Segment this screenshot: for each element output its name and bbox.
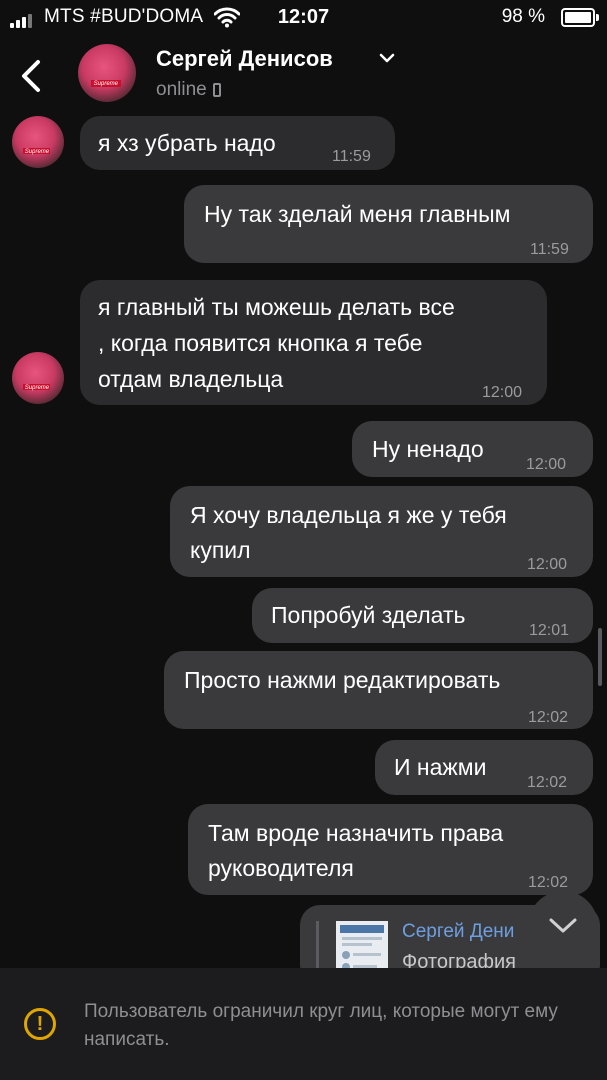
- message-time: 12:02: [527, 774, 568, 791]
- message-text-line: Я хочу владельца я же у тебя: [190, 502, 507, 528]
- message-text-line: Там вроде назначить права: [208, 820, 504, 846]
- message-bubble-incoming[interactable]: я главный ты можешь делать все , когда п…: [80, 280, 547, 405]
- restriction-notice: ! Пользователь ограничил круг лиц, котор…: [0, 968, 607, 1080]
- message-bubble-outgoing[interactable]: И нажми 12:02: [375, 740, 593, 795]
- scroll-down-button[interactable]: [528, 891, 598, 961]
- battery-percent: 98 %: [501, 6, 545, 27]
- message-text-line: отдам владельца: [98, 366, 284, 392]
- message-bubble-outgoing[interactable]: Попробуй зделать 12:01: [252, 588, 593, 643]
- online-status-label: online: [156, 79, 207, 100]
- message-text: Ну ненадо: [372, 436, 484, 462]
- chevron-down-icon: [549, 918, 577, 933]
- message-time: 12:00: [527, 556, 568, 573]
- message-text: Просто нажми редактировать: [184, 667, 501, 693]
- avatar[interactable]: Supreme: [12, 116, 64, 168]
- chevron-left-icon[interactable]: [18, 56, 48, 96]
- chevron-down-icon[interactable]: [378, 52, 396, 64]
- chat-header: Supreme Сергей Денисов online: [0, 34, 607, 112]
- message-text: я хз убрать надо: [98, 130, 276, 156]
- message-time: 12:00: [526, 456, 567, 473]
- online-status: online: [156, 79, 221, 101]
- message-bubble-outgoing[interactable]: Я хочу владельца я же у тебя купил 12:00: [170, 486, 593, 577]
- message-bubble-outgoing[interactable]: Ну так зделай меня главным 11:59: [184, 185, 593, 263]
- avatar[interactable]: Supreme: [12, 352, 64, 404]
- scrollbar[interactable]: [598, 628, 602, 686]
- message-text: Попробуй зделать: [271, 602, 466, 628]
- message-text: И нажми: [394, 754, 487, 780]
- forward-author: Сергей Дени: [402, 921, 515, 942]
- avatar[interactable]: Supreme: [78, 44, 136, 102]
- message-bubble-incoming[interactable]: я хз убрать надо 11:59: [80, 116, 395, 170]
- message-text-line: руководителя: [208, 855, 354, 881]
- phone-icon: [212, 83, 221, 97]
- contact-name[interactable]: Сергей Денисов: [156, 46, 333, 72]
- message-time: 12:02: [528, 709, 569, 726]
- message-text-line: , когда появится кнопка я тебе: [98, 330, 423, 356]
- status-bar: MTS #BUD'DOMA 12:07 98 %: [0, 0, 607, 34]
- message-text-line: купил: [190, 537, 251, 563]
- message-time: 12:00: [482, 384, 523, 401]
- battery-icon: [561, 8, 599, 27]
- message-time: 11:59: [530, 241, 569, 258]
- message-time: 11:59: [332, 148, 371, 165]
- restriction-notice-text: Пользователь ограничил круг лиц, которые…: [84, 1001, 558, 1050]
- message-bubble-outgoing[interactable]: Ну ненадо 12:00: [352, 421, 593, 477]
- warning-icon: !: [24, 1008, 56, 1040]
- message-bubble-outgoing[interactable]: Просто нажми редактировать 12:02: [164, 651, 593, 729]
- message-text: Ну так зделай меня главным: [204, 201, 511, 227]
- message-bubble-outgoing[interactable]: Там вроде назначить права руководителя 1…: [188, 804, 593, 895]
- message-text-line: я главный ты можешь делать все: [98, 294, 455, 320]
- message-time: 12:01: [529, 622, 570, 639]
